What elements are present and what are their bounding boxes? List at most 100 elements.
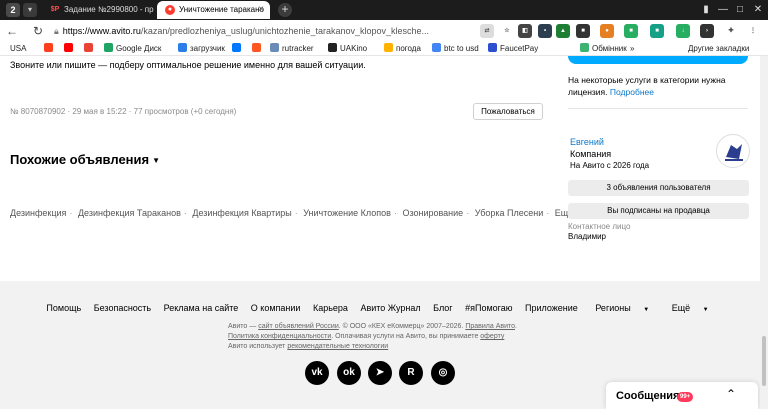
description-text: Звоните или пишите — подберу оптимальное… xyxy=(10,60,366,70)
tag-link[interactable]: Дезинфекция Тараканов xyxy=(78,208,181,218)
close-tab-icon[interactable]: × xyxy=(258,1,264,19)
url-field[interactable]: 🔒︎ https://www.avito.ru/kazan/predlozheni… xyxy=(54,24,444,39)
tab-counter[interactable]: 2 xyxy=(6,3,20,17)
back-icon[interactable]: ← xyxy=(4,23,20,39)
bookmark-faucetpay[interactable]: FaucetPay xyxy=(488,43,538,55)
reload-icon[interactable]: ↻ xyxy=(30,23,46,39)
extension-icon[interactable]: ● xyxy=(600,24,614,38)
footer-more-link[interactable]: Ещё ▼ xyxy=(667,303,714,313)
tag-link[interactable]: Дезинфекция xyxy=(10,208,66,218)
scrollbar-thumb[interactable] xyxy=(762,336,766,386)
translate-icon[interactable]: ⇄ xyxy=(480,24,494,38)
tab-inactive[interactable]: $P Задание №2990800 - про xyxy=(42,1,154,19)
legal-link[interactable]: Правила Авито xyxy=(465,323,515,330)
rutube-icon[interactable]: R xyxy=(399,361,423,385)
messages-panel[interactable]: Сообщения 99+ ⌃ xyxy=(606,382,758,409)
scrollbar[interactable] xyxy=(760,56,768,409)
exchange-icon xyxy=(580,43,589,52)
puzzle-icon[interactable]: ✚ xyxy=(724,24,738,38)
url-path: /kazan/predlozheniya_uslug/unichtozhenie… xyxy=(140,26,430,36)
tab-active[interactable]: ● Уничтожение таракано × xyxy=(157,1,270,19)
extension-icon[interactable]: ■ xyxy=(624,24,638,38)
bookmark-yt[interactable] xyxy=(64,43,76,55)
privacy-link[interactable]: Политика конфиденциальности xyxy=(228,333,331,340)
footer-link[interactable]: Авито Журнал xyxy=(360,303,420,313)
tab-favicon-icon: $P xyxy=(50,6,60,13)
contact-button[interactable] xyxy=(568,56,748,64)
vk-icon[interactable]: vk xyxy=(305,361,329,385)
rutracker-icon xyxy=(270,43,279,52)
extension-icon[interactable]: • xyxy=(538,24,552,38)
drive-icon xyxy=(104,43,113,52)
tab-strip: 2 ▾ $P Задание №2990800 - про ● Уничтоже… xyxy=(0,0,768,20)
page-content: Звоните или пишите — подберу оптимальное… xyxy=(0,56,768,409)
chevron-up-icon[interactable]: ⌃ xyxy=(726,387,736,401)
bookmark-gmail[interactable] xyxy=(84,43,96,55)
extension-icon[interactable]: › xyxy=(700,24,714,38)
license-notice: На некоторые услуги в категории нужна ли… xyxy=(568,75,726,97)
footer-link[interactable]: Безопасность xyxy=(94,303,151,313)
seller-avatar[interactable] xyxy=(716,134,750,168)
footer-link[interactable]: #яПомогаю xyxy=(465,303,512,313)
contact-name: Владимир xyxy=(568,232,607,241)
telegram-icon[interactable]: ➤ xyxy=(368,361,392,385)
more-bookmarks-icon[interactable]: » xyxy=(630,43,634,55)
messages-badge: 99+ xyxy=(677,392,694,402)
legal-link[interactable]: сайт объявлений России xyxy=(258,323,339,330)
footer-link[interactable]: Блог xyxy=(433,303,452,313)
uakino-icon xyxy=(328,43,337,52)
bookmark-drive[interactable]: Google Диск xyxy=(104,43,161,55)
bookmark-weather[interactable]: погода xyxy=(384,43,421,55)
star-icon[interactable]: ☆ xyxy=(500,24,514,38)
seller-listings-button[interactable]: 3 объявления пользователя xyxy=(568,180,749,196)
bookmark-downloader[interactable]: загрузчик xyxy=(178,43,225,55)
ok-icon[interactable]: ok xyxy=(337,361,361,385)
y-icon xyxy=(44,43,53,52)
address-bar: ← ↻ 🔒︎ https://www.avito.ru/kazan/predloz… xyxy=(0,20,768,42)
tab-title: Задание №2990800 - про xyxy=(64,5,154,14)
tag-link[interactable]: Озонирование xyxy=(402,208,463,218)
new-tab-button[interactable]: + xyxy=(278,3,292,17)
subscribed-button[interactable]: Вы подписаны на продавца xyxy=(568,203,749,219)
listing-meta: № 8070870902 · 29 мая в 15:22 · 77 просм… xyxy=(10,107,237,116)
url-host: https://www.avito.ru xyxy=(62,26,141,36)
bookmark-rutracker[interactable]: rutracker xyxy=(270,43,314,55)
tab-menu-icon[interactable]: ▾ xyxy=(23,3,37,17)
bookmark-y[interactable] xyxy=(44,43,56,55)
footer-regions-link[interactable]: Регионы ▼ xyxy=(590,303,654,313)
tag-link[interactable]: Уничтожение Клопов xyxy=(303,208,391,218)
footer-link[interactable]: Реклама на сайте xyxy=(164,303,239,313)
recommendations-link[interactable]: рекомендательные технологии xyxy=(287,343,388,350)
similar-listings-title[interactable]: Похожие объявления ▼ xyxy=(10,152,160,167)
license-more-link[interactable]: Подробнее xyxy=(610,87,654,97)
dzen-icon[interactable]: ◎ xyxy=(431,361,455,385)
extension-icon[interactable]: ■ xyxy=(576,24,590,38)
footer-link[interactable]: Карьера xyxy=(313,303,348,313)
footer-link[interactable]: О компании xyxy=(251,303,301,313)
bookmark-f[interactable] xyxy=(252,43,264,55)
faucetpay-icon xyxy=(488,43,497,52)
bookmark-btc[interactable]: btc to usd xyxy=(432,43,479,55)
bookmark-vk[interactable] xyxy=(232,43,244,55)
report-button[interactable]: Пожаловаться xyxy=(473,103,543,120)
menu-icon[interactable]: ⋮ xyxy=(746,24,760,38)
download-icon[interactable]: ↓ xyxy=(676,24,690,38)
tag-link[interactable]: Уборка Плесени xyxy=(475,208,544,218)
bookmark-usa[interactable]: USA xyxy=(10,43,26,55)
footer-nav: Помощь Безопасность Реклама на сайте О к… xyxy=(0,303,760,313)
bookmark-other[interactable]: Другие закладки xyxy=(688,43,749,55)
tag-link[interactable]: Дезинфекция Квартиры xyxy=(192,208,291,218)
bookmarks-bar: USA Google Диск загрузчик rutracker UAKi… xyxy=(0,42,768,56)
offer-link[interactable]: оферту xyxy=(480,333,504,340)
extension-icon[interactable]: ▲ xyxy=(556,24,570,38)
extension-icon[interactable]: ■ xyxy=(650,24,664,38)
gmail-icon xyxy=(84,43,93,52)
seller-name-link[interactable]: Евгений xyxy=(570,137,604,147)
footer-link[interactable]: Помощь xyxy=(46,303,81,313)
extension-icon[interactable]: ◧ xyxy=(518,24,532,38)
google-icon xyxy=(432,43,441,52)
bookmark-exchange[interactable]: Обмінник xyxy=(580,43,627,55)
close-window-icon[interactable]: ✕ xyxy=(747,2,768,18)
footer-link[interactable]: Приложение xyxy=(525,303,578,313)
bookmark-uakino[interactable]: UAKino xyxy=(328,43,367,55)
